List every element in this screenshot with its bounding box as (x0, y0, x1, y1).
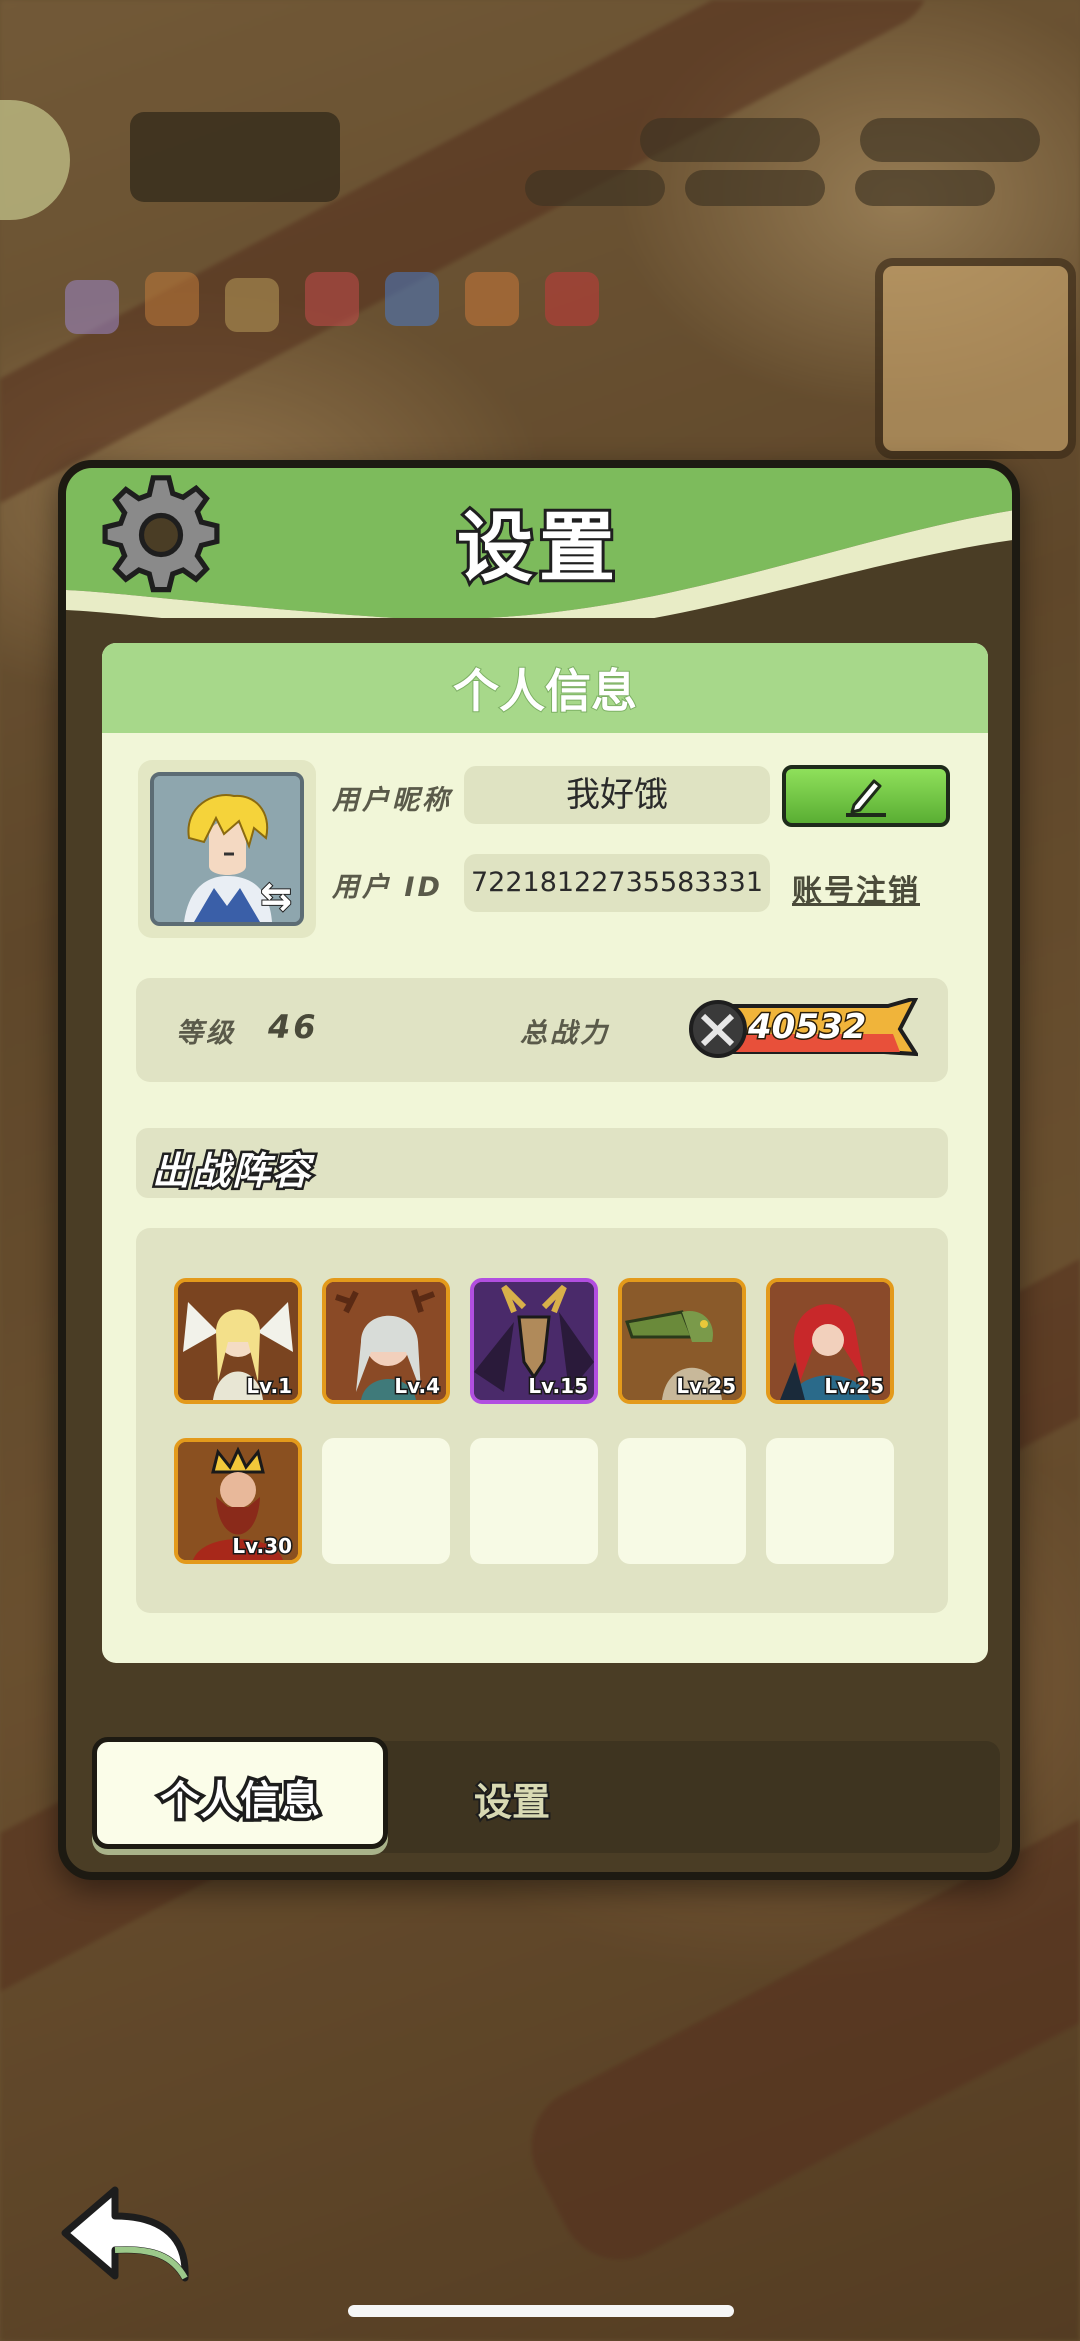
user-id-field: 72218122735583331 (464, 854, 770, 912)
gem-counter-hud (640, 118, 820, 162)
power-value: 40532 (746, 1006, 867, 1049)
event-icon-hud (305, 272, 359, 326)
home-indicator[interactable] (348, 2305, 734, 2317)
stats-row: 等级 46 总战力 40532 (136, 978, 948, 1082)
level-label: 等级 (176, 1018, 236, 1049)
resource-counter-hud (685, 170, 825, 206)
hero-slot[interactable]: Lv.15 (470, 1278, 598, 1404)
hero-slot[interactable]: Lv.25 (766, 1278, 894, 1404)
tab-profile-label: 个人信息 (157, 1775, 324, 1828)
avatar[interactable]: ⇆ (150, 772, 304, 926)
hero-level: Lv.25 (823, 1373, 886, 1400)
hero-slot[interactable]: Lv.1 (174, 1278, 302, 1404)
lineup-header: 出战阵容 (136, 1128, 948, 1198)
edit-nickname-button[interactable] (782, 765, 950, 827)
hero-slot[interactable]: Lv.25 (618, 1278, 746, 1404)
empty-hero-slot[interactable] (322, 1438, 450, 1564)
empty-hero-slot[interactable] (766, 1438, 894, 1564)
empty-hero-slot[interactable] (470, 1438, 598, 1564)
hero-level: Lv.15 (527, 1373, 590, 1400)
user-id-label: 用户 ID (332, 872, 443, 903)
cancel-account-link[interactable]: 账号注销 (792, 866, 920, 910)
power-label: 总战力 (520, 1018, 610, 1049)
settings-dialog: 设置 个人信息 ⇆ 用户昵称 我好饿 用户 ID 722181227355833… (58, 460, 1020, 1880)
resource-counter-hud (855, 170, 995, 206)
nickname-label: 用户昵称 (332, 785, 452, 816)
event-icon-hud (65, 280, 119, 334)
player-info-hud (130, 112, 340, 202)
minimap (875, 258, 1076, 459)
profile-card-header: 个人信息 (102, 643, 988, 733)
event-icon-hud (145, 272, 199, 326)
back-arrow-icon[interactable] (55, 2178, 195, 2288)
hero-level: Lv.1 (245, 1373, 294, 1400)
hero-slot[interactable]: Lv.30 (174, 1438, 302, 1564)
dialog-title: 设置 (454, 500, 621, 595)
hero-level: Lv.4 (393, 1373, 442, 1400)
tab-bar: 个人信息 设置 (92, 1737, 1000, 1853)
avatar-frame[interactable]: ⇆ (138, 760, 316, 938)
tab-settings[interactable]: 设置 (472, 1771, 552, 1826)
profile-section-title: 个人信息 (452, 663, 638, 719)
empty-hero-slot[interactable] (618, 1438, 746, 1564)
hero-level: Lv.25 (675, 1373, 738, 1400)
hero-level: Lv.30 (231, 1533, 294, 1560)
lineup-grid: Lv.1 Lv.4 Lv.15 Lv.25 Lv.25 Lv.30 (136, 1228, 948, 1613)
power-badge: 40532 (688, 998, 918, 1060)
lineup-title: 出战阵容 (149, 1147, 313, 1196)
event-icon-hud (465, 272, 519, 326)
gold-counter-hud (860, 118, 1040, 162)
event-icon-hud (385, 272, 439, 326)
swap-avatar-icon[interactable]: ⇆ (259, 873, 293, 919)
nickname-field: 我好饿 (464, 766, 770, 824)
tab-profile[interactable]: 个人信息 (92, 1737, 388, 1849)
profile-card: 个人信息 ⇆ 用户昵称 我好饿 用户 ID 72218122735583331 … (102, 643, 988, 1663)
event-icon-hud (225, 278, 279, 332)
event-icon-hud (545, 272, 599, 326)
hero-slot[interactable]: Lv.4 (322, 1278, 450, 1404)
resource-counter-hud (525, 170, 665, 206)
level-value: 46 (268, 1008, 319, 1046)
pencil-icon (846, 779, 886, 817)
